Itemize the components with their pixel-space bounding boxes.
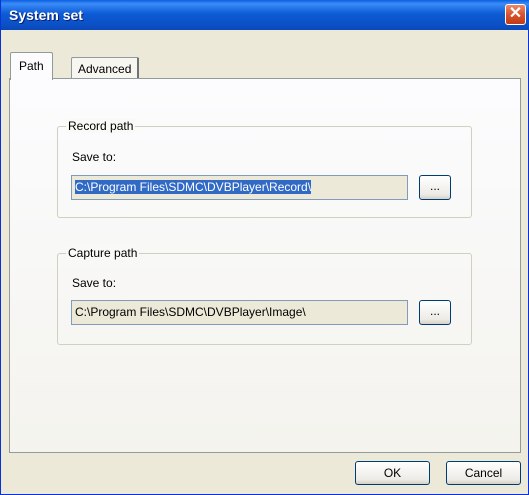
record-browse-button[interactable]: ... [419, 175, 451, 200]
tab-path[interactable]: Path [10, 52, 53, 80]
capture-path-group: Capture path Save to: C:\Program Files\S… [57, 246, 472, 345]
record-path-value: C:\Program Files\SDMC\DVBPlayer\Record\ [75, 180, 312, 194]
record-path-group: Record path Save to: C:\Program Files\SD… [57, 119, 472, 218]
capture-save-label: Save to: [72, 276, 117, 290]
tab-advanced-label: Advanced [78, 62, 132, 76]
cancel-button[interactable]: Cancel [446, 461, 521, 485]
capture-path-field[interactable]: C:\Program Files\SDMC\DVBPlayer\Image\ [71, 300, 408, 325]
system-set-dialog: System set ✕ Path Advanced Record path S… [0, 0, 529, 495]
record-path-legend: Record path [66, 119, 136, 133]
capture-browse-button[interactable]: ... [419, 300, 451, 325]
record-path-field[interactable]: C:\Program Files\SDMC\DVBPlayer\Record\ [71, 175, 408, 200]
close-icon: ✕ [508, 5, 523, 22]
record-save-label: Save to: [72, 150, 117, 164]
tab-path-label: Path [19, 59, 44, 73]
capture-path-legend: Capture path [66, 246, 140, 260]
window-title: System set [9, 7, 83, 23]
ok-button[interactable]: OK [355, 461, 430, 485]
tab-advanced[interactable]: Advanced [71, 57, 140, 79]
title-bar[interactable]: System set ✕ [1, 0, 529, 30]
close-button[interactable]: ✕ [505, 4, 526, 25]
tab-panel-path: Record path Save to: C:\Program Files\SD… [9, 78, 521, 453]
capture-path-value: C:\Program Files\SDMC\DVBPlayer\Image\ [75, 305, 306, 319]
